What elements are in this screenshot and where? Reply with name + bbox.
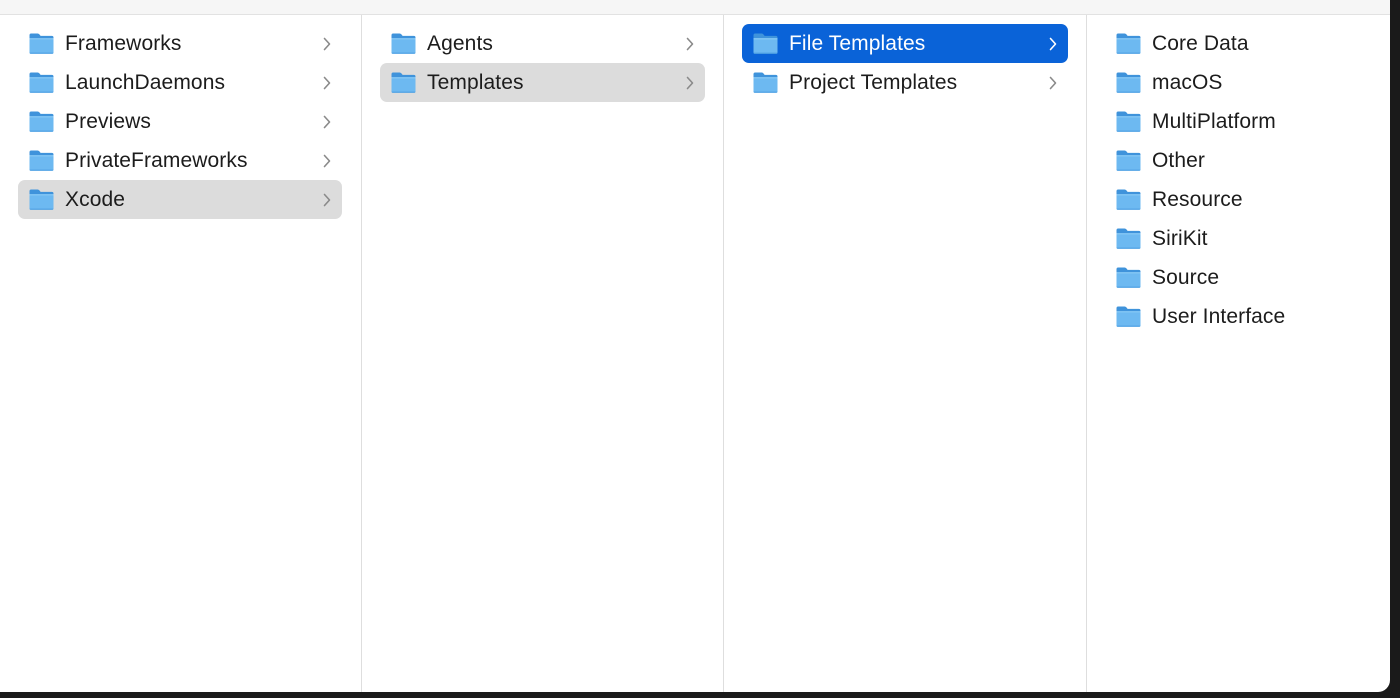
folder-icon xyxy=(29,111,54,132)
column-1[interactable]: Frameworks LaunchDaemons Previews Privat… xyxy=(0,15,362,692)
folder-row-privateframeworks[interactable]: PrivateFrameworks xyxy=(18,141,342,180)
column-4[interactable]: Core Data macOS MultiPlatform Other Reso… xyxy=(1087,15,1390,692)
folder-icon xyxy=(1116,111,1141,132)
folder-icon xyxy=(1116,150,1141,171)
column-browser: Frameworks LaunchDaemons Previews Privat… xyxy=(0,15,1390,692)
folder-label: MultiPlatform xyxy=(1152,109,1276,133)
chevron-right-icon xyxy=(323,193,331,206)
folder-icon xyxy=(29,33,54,54)
folder-label: Source xyxy=(1152,265,1220,289)
folder-row-xcode[interactable]: Xcode xyxy=(18,180,342,219)
folder-icon xyxy=(753,33,778,54)
chevron-right-icon xyxy=(323,37,331,50)
folder-row-templates[interactable]: Templates xyxy=(380,63,705,102)
folder-icon xyxy=(29,189,54,210)
folder-row-core-data[interactable]: Core Data xyxy=(1115,24,1372,63)
folder-label: Previews xyxy=(65,109,151,133)
folder-row-previews[interactable]: Previews xyxy=(18,102,342,141)
folder-label: Xcode xyxy=(65,187,126,211)
folder-icon xyxy=(753,72,778,93)
column-3[interactable]: File Templates Project Templates xyxy=(724,15,1087,692)
folder-label: Agents xyxy=(427,31,493,55)
chevron-right-icon xyxy=(323,115,331,128)
folder-row-project-templates[interactable]: Project Templates xyxy=(742,63,1068,102)
folder-icon xyxy=(1116,72,1141,93)
folder-icon xyxy=(391,72,416,93)
folder-icon xyxy=(1116,228,1141,249)
folder-label: Templates xyxy=(427,70,524,94)
folder-row-resource[interactable]: Resource xyxy=(1115,180,1372,219)
chevron-right-icon xyxy=(686,76,694,89)
column-2[interactable]: Agents Templates xyxy=(362,15,724,692)
folder-icon xyxy=(29,150,54,171)
toolbar-edge xyxy=(0,0,1390,15)
folder-label: Frameworks xyxy=(65,31,182,55)
folder-row-source[interactable]: Source xyxy=(1115,258,1372,297)
folder-row-macos[interactable]: macOS xyxy=(1115,63,1372,102)
folder-label: Resource xyxy=(1152,187,1243,211)
folder-row-sirikit[interactable]: SiriKit xyxy=(1115,219,1372,258)
folder-icon xyxy=(1116,306,1141,327)
folder-row-file-templates[interactable]: File Templates xyxy=(742,24,1068,63)
folder-icon xyxy=(1116,33,1141,54)
folder-label: macOS xyxy=(1152,70,1223,94)
folder-icon xyxy=(1116,189,1141,210)
chevron-right-icon xyxy=(1049,76,1057,89)
folder-label: User Interface xyxy=(1152,304,1286,328)
chevron-right-icon xyxy=(686,37,694,50)
folder-label: LaunchDaemons xyxy=(65,70,226,94)
folder-label: Core Data xyxy=(1152,31,1249,55)
chevron-right-icon xyxy=(323,154,331,167)
folder-row-other[interactable]: Other xyxy=(1115,141,1372,180)
folder-label: PrivateFrameworks xyxy=(65,148,248,172)
folder-row-launchdaemons[interactable]: LaunchDaemons xyxy=(18,63,342,102)
folder-label: SiriKit xyxy=(1152,226,1208,250)
folder-row-agents[interactable]: Agents xyxy=(380,24,705,63)
folder-label: Other xyxy=(1152,148,1206,172)
folder-label: File Templates xyxy=(789,31,926,55)
folder-row-frameworks[interactable]: Frameworks xyxy=(18,24,342,63)
folder-icon xyxy=(29,72,54,93)
chevron-right-icon xyxy=(323,76,331,89)
folder-icon xyxy=(1116,267,1141,288)
folder-icon xyxy=(391,33,416,54)
folder-row-multiplatform[interactable]: MultiPlatform xyxy=(1115,102,1372,141)
folder-label: Project Templates xyxy=(789,70,958,94)
folder-row-user-interface[interactable]: User Interface xyxy=(1115,297,1372,336)
finder-window: Frameworks LaunchDaemons Previews Privat… xyxy=(0,0,1390,692)
chevron-right-icon xyxy=(1049,37,1057,50)
